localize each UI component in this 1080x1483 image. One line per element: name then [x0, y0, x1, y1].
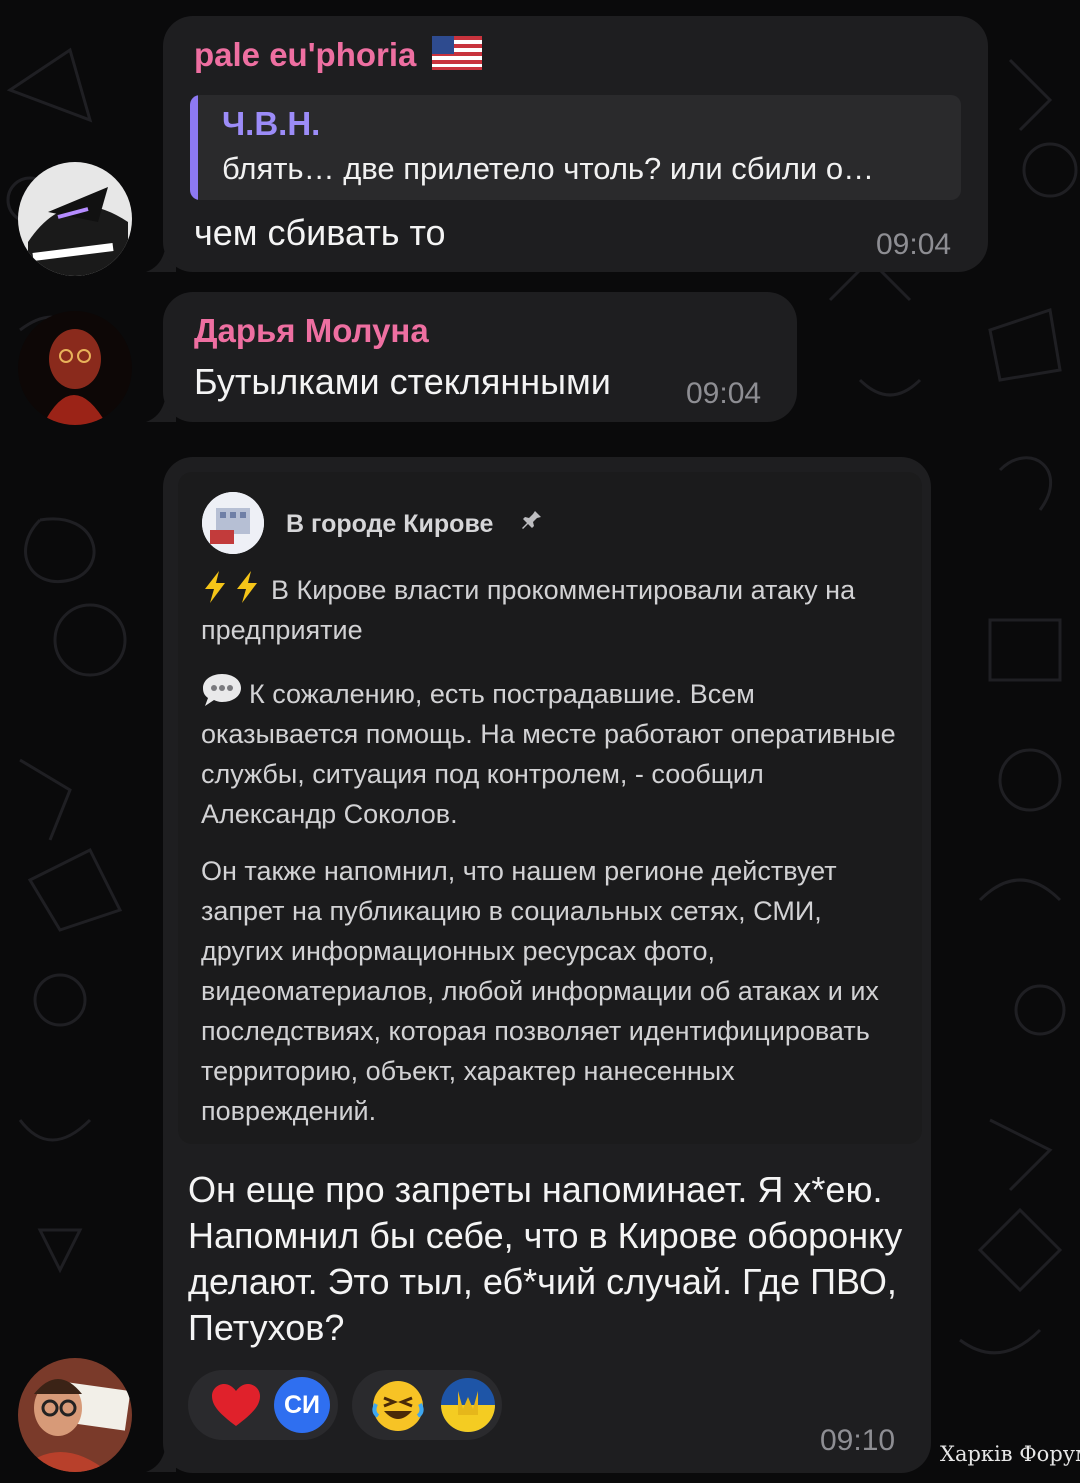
post-headline: В Кирове власти прокомментировали атаку … — [201, 570, 901, 650]
quote-accent-bar — [190, 95, 198, 200]
post-paragraph: Он также напомнил, что нашем регионе дей… — [201, 856, 879, 1126]
channel-name[interactable]: В городе Кирове — [286, 510, 493, 539]
channel-logo[interactable] — [202, 492, 264, 554]
message-text: Он еще про запреты напоминает. Я х*ею. Н… — [188, 1169, 903, 1348]
message-text: чем сбивать то — [194, 212, 446, 253]
lightning-icon — [205, 571, 257, 603]
post-paragraph: К сожалению, есть пострадавшие. Всем ока… — [201, 672, 901, 834]
quote-text: блять… две прилетело чтоль? или сбили о… — [222, 151, 875, 186]
sender-name-text: pale eu'phoria — [194, 36, 417, 73]
message-time: 09:10 — [820, 1424, 896, 1457]
sender-avatar[interactable] — [18, 1358, 132, 1472]
reactor-avatar: СИ — [274, 1377, 330, 1433]
sender-name[interactable]: Дарья Молуна — [194, 312, 429, 350]
reaction-rofl[interactable] — [352, 1370, 502, 1440]
watermark: Харків Форум — [940, 1442, 1080, 1466]
us-flag-icon — [431, 36, 482, 70]
sender-avatar[interactable] — [18, 162, 132, 276]
sender-avatar[interactable] — [18, 311, 132, 425]
speech-bubble-icon — [203, 674, 241, 706]
reaction-heart[interactable]: СИ — [188, 1370, 338, 1440]
heart-icon — [212, 1384, 260, 1426]
message-time: 09:04 — [876, 228, 952, 261]
pin-icon — [522, 511, 541, 529]
post-paragraph-text: К сожалению, есть пострадавшие. Всем ока… — [201, 679, 896, 829]
post-headline-text: В Кирове власти прокомментировали атаку … — [201, 575, 856, 645]
rofl-emoji-icon — [372, 1381, 424, 1431]
forwarded-post[interactable]: В городе Кирове В Кирове власти прокомме… — [178, 472, 922, 1144]
message-time: 09:04 — [686, 377, 762, 410]
message-text: Бутылками стеклянными — [194, 361, 611, 402]
bubble-tail — [146, 1432, 176, 1472]
ukraine-coat-of-arms-icon — [441, 1378, 495, 1432]
sender-name[interactable]: pale eu'phoria — [194, 36, 482, 74]
reply-quote[interactable]: Ч.В.Н. блять… две прилетело чтоль? или с… — [190, 95, 961, 200]
quote-author: Ч.В.Н. — [222, 105, 321, 142]
